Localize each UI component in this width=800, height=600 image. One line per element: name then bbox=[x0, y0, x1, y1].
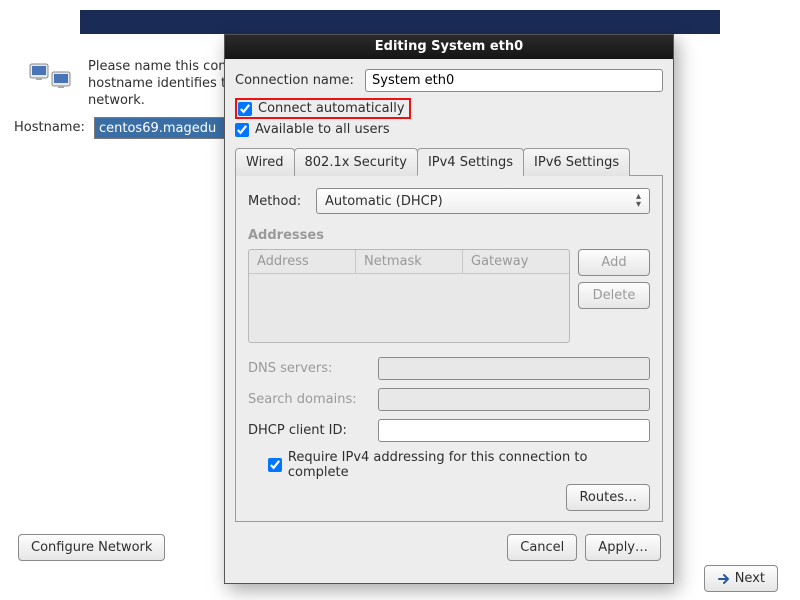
available-all-users-checkbox[interactable] bbox=[235, 123, 249, 137]
dhcp-client-id-input[interactable] bbox=[378, 419, 650, 442]
method-combobox[interactable]: Automatic (DHCP) ▴▾ bbox=[316, 188, 650, 214]
configure-network-button[interactable]: Configure Network bbox=[18, 534, 165, 561]
delete-address-button: Delete bbox=[578, 282, 650, 309]
connection-name-input[interactable] bbox=[365, 69, 663, 92]
col-address: Address bbox=[249, 250, 356, 273]
next-button-label: Next bbox=[735, 571, 765, 586]
col-gateway: Gateway bbox=[463, 250, 569, 273]
addresses-heading: Addresses bbox=[248, 228, 650, 243]
ipv4-settings-pane: Method: Automatic (DHCP) ▴▾ Addresses Ad… bbox=[235, 176, 663, 522]
method-label: Method: bbox=[248, 194, 308, 209]
apply-button[interactable]: Apply… bbox=[585, 534, 661, 561]
connection-name-label: Connection name: bbox=[235, 73, 365, 88]
dhcp-client-id-label: DHCP client ID: bbox=[248, 423, 378, 438]
connect-automatically-checkbox[interactable] bbox=[238, 102, 252, 116]
routes-button[interactable]: Routes… bbox=[566, 484, 650, 511]
available-all-users-label: Available to all users bbox=[255, 122, 390, 137]
hostname-label: Hostname: bbox=[14, 120, 85, 135]
combobox-arrows-icon: ▴▾ bbox=[636, 193, 641, 209]
add-address-button: Add bbox=[578, 249, 650, 276]
require-ipv4-checkbox[interactable] bbox=[268, 458, 282, 472]
require-ipv4-label: Require IPv4 addressing for this connect… bbox=[288, 450, 650, 480]
connect-automatically-label: Connect automatically bbox=[258, 101, 405, 116]
method-value: Automatic (DHCP) bbox=[325, 194, 443, 209]
edit-connection-dialog: Editing System eth0 Connection name: Con… bbox=[224, 34, 674, 584]
settings-tabs: Wired 802.1x Security IPv4 Settings IPv6… bbox=[235, 147, 663, 176]
tab-8021x-security[interactable]: 802.1x Security bbox=[294, 148, 418, 176]
cancel-button[interactable]: Cancel bbox=[507, 534, 577, 561]
col-netmask: Netmask bbox=[356, 250, 463, 273]
hostname-input[interactable] bbox=[94, 117, 228, 139]
tab-ipv4-settings[interactable]: IPv4 Settings bbox=[417, 148, 524, 176]
addresses-table: Address Netmask Gateway bbox=[248, 249, 570, 343]
dns-servers-label: DNS servers: bbox=[248, 361, 378, 376]
search-domains-input bbox=[378, 388, 650, 411]
arrow-right-icon bbox=[717, 572, 731, 586]
next-button[interactable]: Next bbox=[704, 565, 778, 592]
tab-ipv6-settings[interactable]: IPv6 Settings bbox=[523, 148, 630, 176]
network-computers-icon bbox=[28, 60, 74, 100]
hostname-help-text: Please name this com hostname identifies… bbox=[88, 58, 231, 109]
dns-servers-input bbox=[378, 357, 650, 380]
installer-header-bar bbox=[80, 10, 720, 34]
search-domains-label: Search domains: bbox=[248, 392, 378, 407]
tab-wired[interactable]: Wired bbox=[235, 148, 295, 176]
dialog-title: Editing System eth0 bbox=[225, 35, 673, 59]
connect-automatically-highlight: Connect automatically bbox=[235, 98, 411, 119]
